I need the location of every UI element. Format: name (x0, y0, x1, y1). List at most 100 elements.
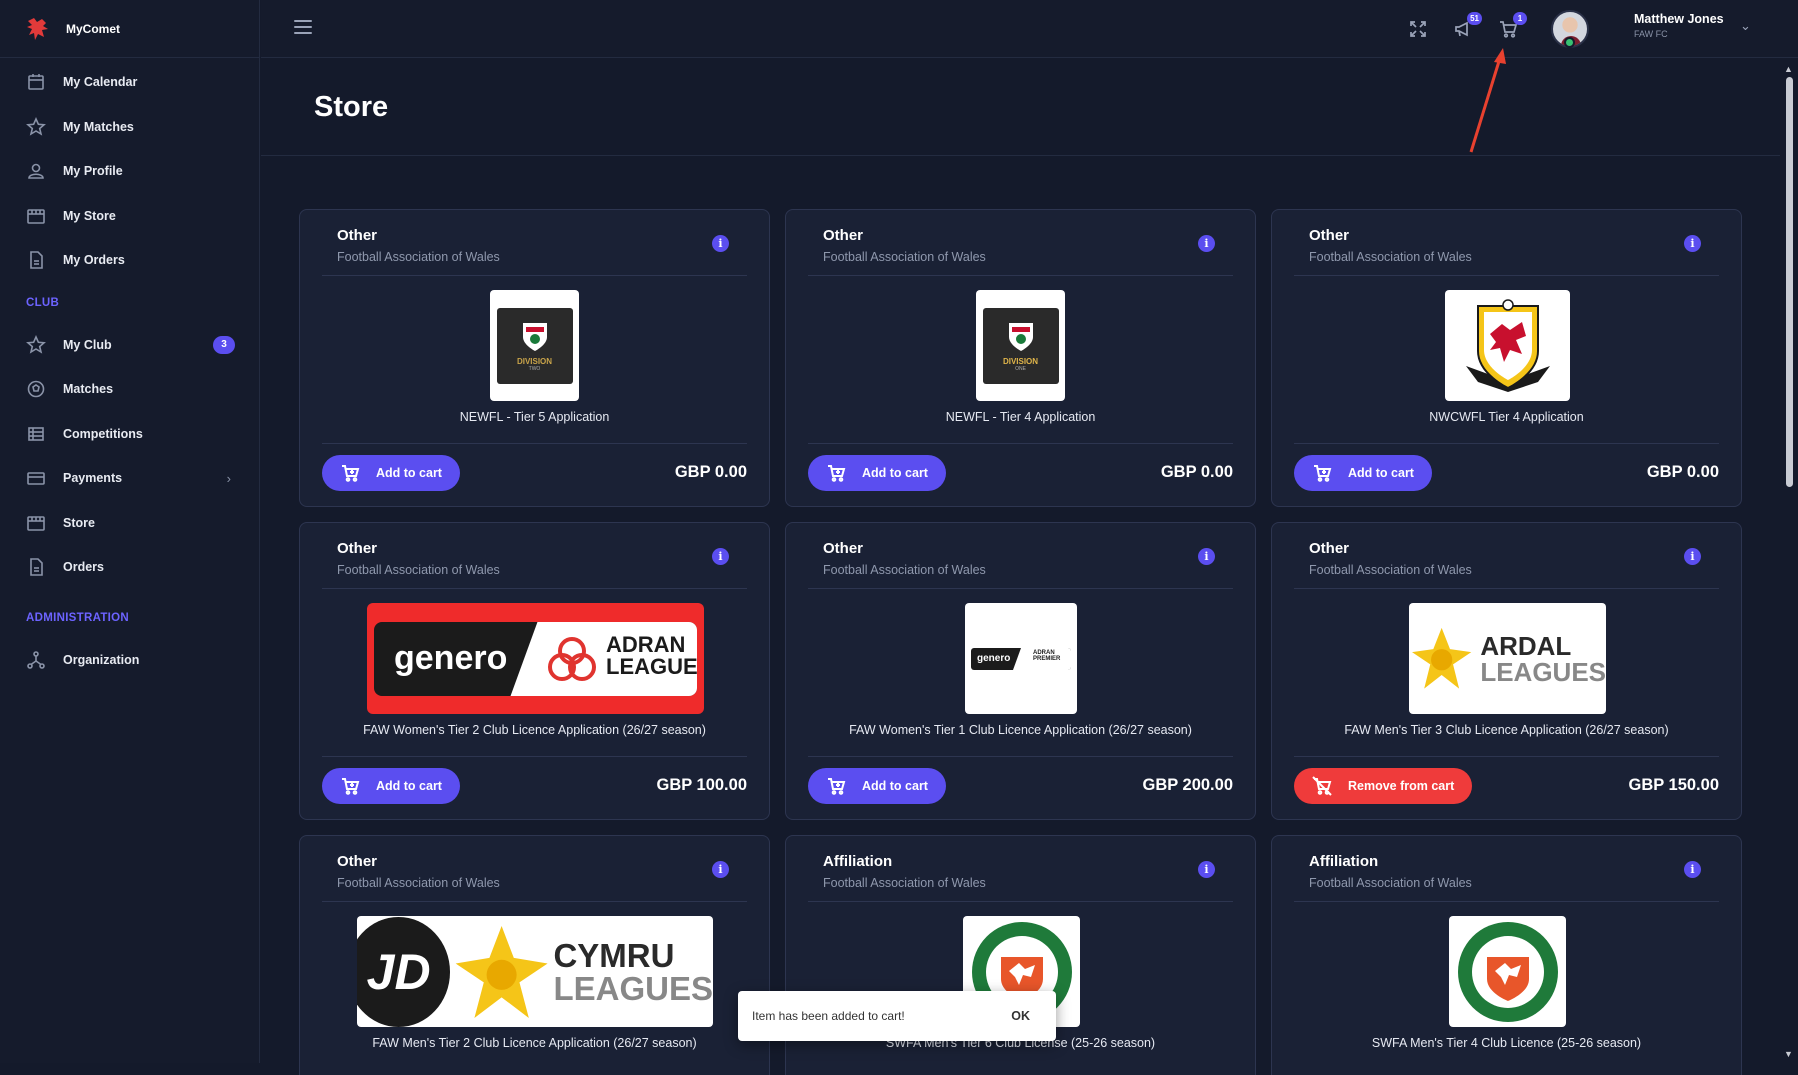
ball-icon (26, 379, 46, 399)
sidebar-item-my-calendar[interactable]: My Calendar (0, 60, 259, 105)
sidebar-item-my-profile[interactable]: My Profile (0, 149, 259, 194)
user-menu[interactable]: Matthew Jones FAW FC (1634, 12, 1724, 39)
divider (1294, 901, 1719, 902)
info-icon[interactable]: i (712, 548, 729, 565)
add-to-cart-button[interactable]: Add to cart (322, 455, 460, 491)
product-logo: ARDAL LEAGUES (1409, 603, 1606, 714)
product-logo (1449, 916, 1566, 1027)
count-badge: 3 (213, 335, 235, 354)
logo-sub: TWO (528, 366, 541, 372)
info-icon[interactable]: i (1684, 235, 1701, 252)
sidebar-item-my-matches[interactable]: My Matches (0, 105, 259, 150)
scroll-down-icon[interactable]: ▼ (1784, 1049, 1793, 1059)
remove-from-cart-button[interactable]: Remove from cart (1294, 768, 1473, 804)
product-card: Other Football Association of Wales i AR… (1271, 522, 1742, 820)
megaphone-icon[interactable]: 51 (1452, 12, 1482, 40)
product-card: Other Football Association of Wales i NW… (1271, 209, 1742, 507)
store-icon (26, 513, 46, 533)
info-icon[interactable]: i (1198, 235, 1215, 252)
menu-toggle-icon[interactable] (294, 20, 312, 36)
sidebar-item-label: My Orders (63, 253, 125, 268)
sidebar-item-matches[interactable]: Matches (0, 367, 259, 412)
product-card: Affiliation Football Association of Wale… (1271, 835, 1742, 1075)
document-icon (26, 557, 46, 577)
product-name: NEWFL - Tier 5 Application (459, 410, 610, 424)
sidebar-item-my-orders[interactable]: My Orders (0, 238, 259, 283)
scroll-up-icon[interactable]: ▲ (1784, 64, 1793, 74)
sidebar-item-organization[interactable]: Organization (0, 638, 259, 683)
sidebar-item-store[interactable]: Store (0, 501, 259, 546)
cart-badge: 1 (1513, 12, 1527, 25)
scrollbar[interactable]: ▲ ▼ (1780, 59, 1798, 1063)
shield-icon (522, 323, 547, 351)
add-to-cart-button[interactable]: Add to cart (322, 768, 460, 804)
info-icon[interactable]: i (1198, 861, 1215, 878)
logo-sub: ONE (1015, 366, 1026, 372)
add-to-cart-button[interactable]: Add to cart (808, 768, 946, 804)
divider (322, 756, 747, 757)
info-icon[interactable]: i (1684, 548, 1701, 565)
product-category: Affiliation (823, 853, 893, 870)
product-name: SWFA Men's Tier 4 Club Licence (25-26 se… (1371, 1036, 1642, 1050)
sidebar-item-competitions[interactable]: Competitions (0, 412, 259, 457)
divider (808, 443, 1233, 444)
product-category: Other (337, 853, 378, 870)
shield-icon (1008, 323, 1033, 351)
info-icon[interactable]: i (1198, 548, 1215, 565)
sidebar-item-orders[interactable]: Orders (0, 545, 259, 590)
product-category: Affiliation (1309, 853, 1379, 870)
sidebar-item-my-store[interactable]: My Store (0, 194, 259, 239)
dragon-crest-icon (1465, 298, 1550, 392)
divider (1294, 443, 1719, 444)
button-label: Add to cart (862, 779, 928, 793)
sidebar-item-payments[interactable]: Payments › (0, 456, 259, 501)
logo-text: genero (977, 653, 1011, 664)
product-price: GBP 200.00 (1142, 776, 1233, 794)
user-icon (26, 161, 46, 181)
divider (808, 588, 1233, 589)
product-category: Other (337, 227, 378, 244)
logo-sub: LEAGUES (1480, 656, 1606, 687)
cart-icon (828, 465, 846, 482)
button-label: Add to cart (1348, 466, 1414, 480)
card-icon (26, 468, 46, 488)
product-org: Football Association of Wales (1309, 876, 1472, 890)
cart-icon[interactable]: 1 (1497, 12, 1527, 40)
scrollbar-thumb[interactable] (1786, 77, 1793, 487)
fullscreen-icon[interactable] (1407, 18, 1429, 40)
chevron-down-icon[interactable]: ⌄ (1740, 18, 1751, 34)
product-org: Football Association of Wales (337, 876, 500, 890)
logo-sub: CYMRU (553, 936, 675, 974)
chevron-right-icon: › (226, 470, 231, 486)
logo-sub2: PREMIER (1033, 655, 1061, 662)
toast-ok-button[interactable]: OK (1011, 1009, 1030, 1023)
divider (1294, 756, 1719, 757)
product-price: GBP 0.00 (1160, 463, 1233, 481)
sidebar-item-my-club[interactable]: My Club 3 (0, 323, 259, 368)
info-icon[interactable]: i (1684, 861, 1701, 878)
sidebar-item-label: My Profile (63, 164, 123, 179)
divider (322, 901, 747, 902)
sidebar-item-label: Organization (63, 652, 140, 667)
button-label: Add to cart (376, 466, 442, 480)
sidebar-item-label: Orders (63, 560, 104, 575)
divider (322, 443, 747, 444)
product-logo: JD CYMRU LEAGUES (357, 916, 713, 1027)
page-title: Store (314, 90, 389, 123)
store-icon (26, 206, 46, 226)
add-to-cart-button[interactable]: Add to cart (808, 455, 946, 491)
product-org: Football Association of Wales (823, 563, 986, 577)
document-icon (26, 250, 46, 270)
sidebar-item-label: My Matches (63, 119, 134, 134)
add-to-cart-button[interactable]: Add to cart (1294, 455, 1432, 491)
product-card: Other Football Association of Wales i JD… (299, 835, 770, 1075)
logo-text: DIVISION (516, 357, 553, 366)
button-label: Add to cart (862, 466, 928, 480)
daffodil-icon (1412, 627, 1472, 689)
sidebar-item-label: Payments (63, 471, 123, 486)
info-icon[interactable]: i (712, 235, 729, 252)
main-content: Store Other Football Association of Wale… (261, 59, 1780, 1075)
info-icon[interactable]: i (712, 861, 729, 878)
brand[interactable]: MyComet (0, 0, 259, 58)
logo-sub2: LEAGUES (606, 653, 697, 679)
